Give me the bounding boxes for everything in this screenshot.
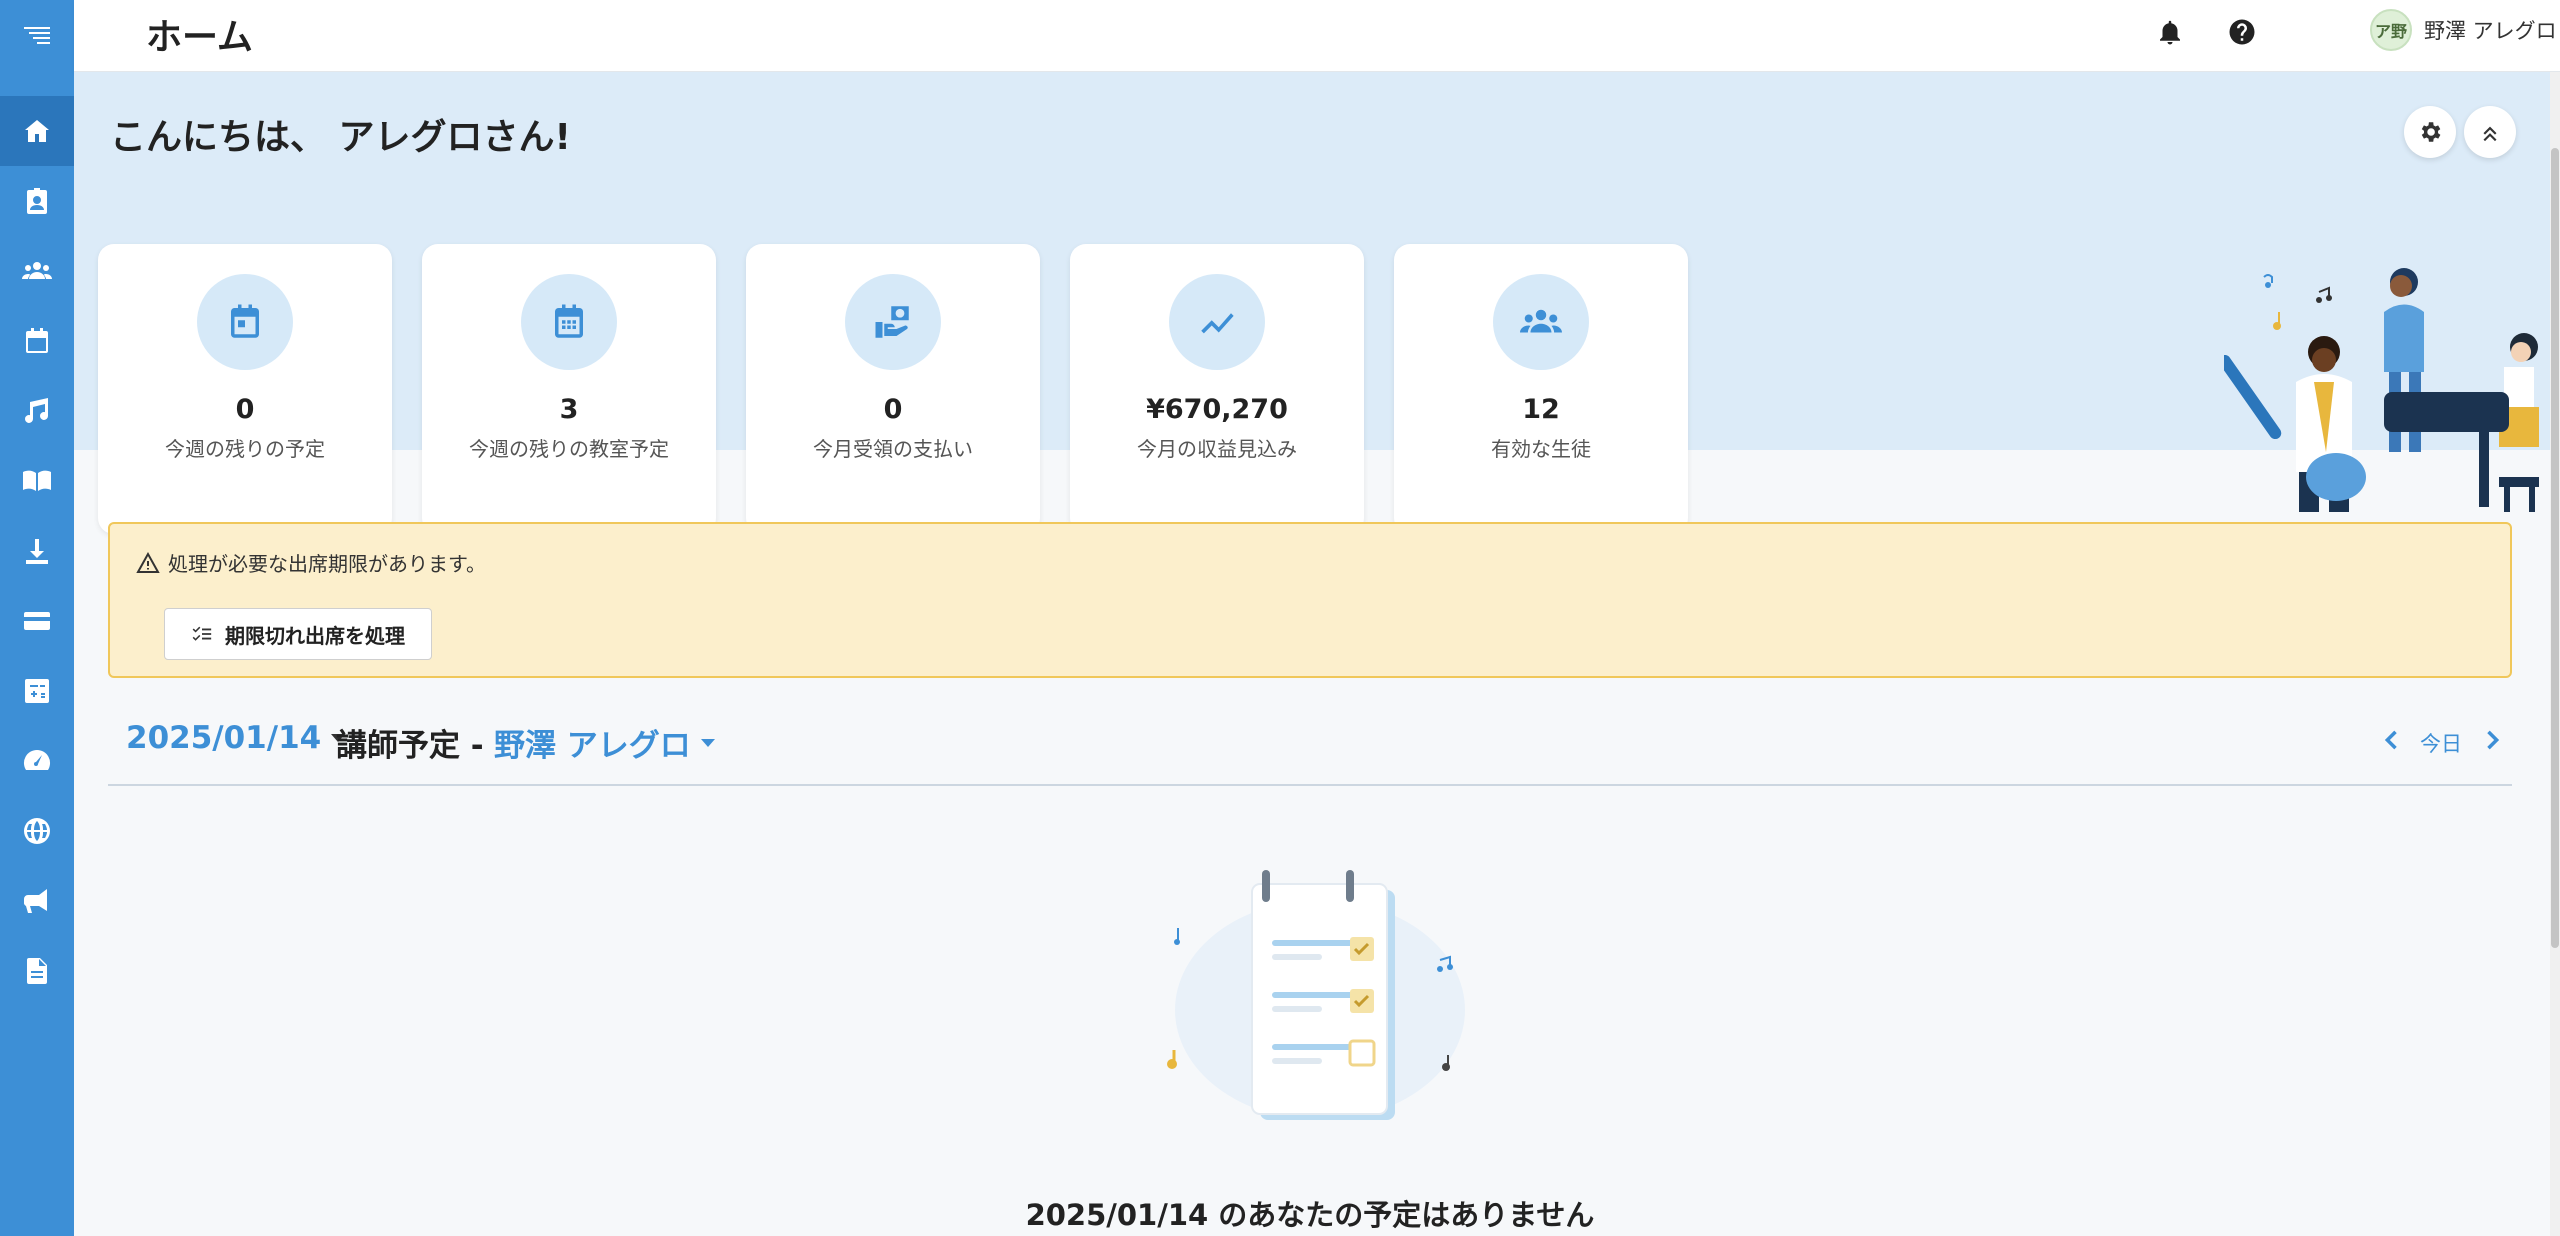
speedometer-icon: [23, 749, 51, 770]
chevron-left-icon: [2384, 730, 2397, 750]
help-button[interactable]: [2224, 14, 2260, 50]
top-bar: ホーム ア野 野澤 アレグロ: [74, 0, 2560, 72]
stat-label: 今週の残りの教室予定: [469, 437, 669, 461]
alert-button-label: 期限切れ出席を処理: [225, 623, 405, 648]
stat-value: 12: [1522, 394, 1560, 425]
next-day-button[interactable]: [2478, 726, 2506, 758]
greeting: こんにちは、 アレグロさん!: [110, 117, 571, 158]
payment-hand-icon: [875, 306, 909, 338]
stat-card-active-students[interactable]: 12 有効な生徒: [1394, 244, 1688, 534]
group-icon: [1520, 309, 1562, 333]
musicians-illustration: [2224, 268, 2539, 512]
sidebar-item-students[interactable]: [0, 236, 74, 306]
calendar-icon: [26, 328, 48, 353]
schedule-date: 2025/01/14: [126, 720, 322, 756]
stat-label: 今月受領の支払い: [813, 437, 973, 461]
sidebar-item-downloads[interactable]: [0, 516, 74, 586]
people-icon: [22, 262, 52, 279]
sidebar-item-library[interactable]: [0, 446, 74, 516]
sidebar: [0, 0, 74, 1236]
sidebar-item-documents[interactable]: [0, 936, 74, 1006]
stat-card-revenue[interactable]: ¥670,270 今月の収益見込み: [1070, 244, 1364, 534]
user-menu[interactable]: ア野 野澤 アレグロ: [2370, 8, 2557, 52]
schedule-title: 講師予定 -: [336, 728, 484, 764]
process-overdue-attendance-button[interactable]: 期限切れ出席を処理: [164, 608, 432, 660]
stat-value: 3: [559, 394, 579, 425]
chevron-right-icon: [2487, 730, 2500, 750]
sidebar-item-billing[interactable]: [0, 586, 74, 656]
empty-schedule-illustration: [1167, 870, 1465, 1120]
menu-logo-icon[interactable]: [0, 0, 74, 70]
teacher-selector[interactable]: 野澤 アレグロ: [494, 720, 715, 765]
user-name: 野澤 アレグロ: [2424, 19, 2557, 43]
sidebar-item-reports[interactable]: [0, 726, 74, 796]
previous-day-button[interactable]: [2378, 726, 2406, 758]
alert-message: 処理が必要な出席期限があります。: [168, 552, 486, 576]
calculator-icon: [25, 679, 49, 703]
stat-value: ¥670,270: [1146, 394, 1288, 425]
gear-icon: [2421, 122, 2441, 142]
bell-icon: [2160, 20, 2180, 45]
calendar-icon: [231, 304, 259, 338]
attendance-alert: 処理が必要な出席期限があります。 期限切れ出席を処理: [108, 522, 2512, 678]
megaphone-icon: [23, 889, 47, 913]
sidebar-item-music[interactable]: [0, 376, 74, 446]
checklist-icon: [192, 626, 212, 641]
page-title: ホーム: [146, 17, 253, 58]
schedule-header: 2025/01/14 講師予定 - 野澤 アレグロ 今日: [108, 716, 2512, 786]
teacher-name: 野澤 アレグロ: [494, 728, 691, 764]
sidebar-item-website[interactable]: [0, 796, 74, 866]
sidebar-item-contacts[interactable]: [0, 166, 74, 236]
stat-label: 今週の残りの予定: [165, 437, 325, 461]
sidebar-item-accounting[interactable]: [0, 656, 74, 726]
today-button[interactable]: 今日: [2420, 728, 2462, 758]
dashboard-settings-button[interactable]: [2404, 106, 2456, 158]
globe-icon: [24, 818, 50, 844]
sidebar-item-home[interactable]: [0, 96, 74, 166]
sidebar-item-announcements[interactable]: [0, 866, 74, 936]
collapse-button[interactable]: [2464, 106, 2516, 158]
help-icon: [2229, 19, 2255, 45]
stat-card-weekly-events[interactable]: 0 今週の残りの予定: [98, 244, 392, 534]
document-icon: [27, 958, 47, 984]
warning-icon: [136, 551, 160, 573]
contact-card-icon: [27, 188, 47, 214]
book-icon: [23, 470, 51, 491]
scrollbar-thumb[interactable]: [2551, 148, 2559, 948]
hero-section: こんにちは、 アレグロさん! 0 今週の残りの予定 3 今週の残りの教室予定 0…: [74, 72, 2560, 534]
stat-value: 0: [883, 394, 903, 425]
avatar: ア野: [2370, 9, 2412, 51]
calendar-grid-icon: [555, 304, 583, 338]
credit-card-icon: [24, 612, 50, 630]
music-note-icon: [25, 398, 48, 423]
sidebar-item-calendar[interactable]: [0, 306, 74, 376]
caret-down-icon: [700, 738, 715, 747]
trend-up-icon: [1201, 313, 1234, 334]
date-picker[interactable]: 2025/01/14: [126, 720, 346, 756]
stat-label: 今月の収益見込み: [1137, 437, 1297, 461]
scrollbar[interactable]: [2550, 72, 2560, 1236]
empty-schedule-message: 2025/01/14 のあなたの予定はありません: [1025, 1198, 1595, 1232]
stat-label: 有効な生徒: [1491, 437, 1591, 461]
stat-card-payments[interactable]: 0 今月受領の支払い: [746, 244, 1040, 534]
download-icon: [26, 539, 48, 564]
notifications-button[interactable]: [2152, 14, 2188, 50]
home-icon: [25, 120, 49, 142]
stat-card-weekly-classes[interactable]: 3 今週の残りの教室予定: [422, 244, 716, 534]
double-chevron-up-icon: [2483, 126, 2497, 142]
stat-value: 0: [235, 394, 255, 425]
